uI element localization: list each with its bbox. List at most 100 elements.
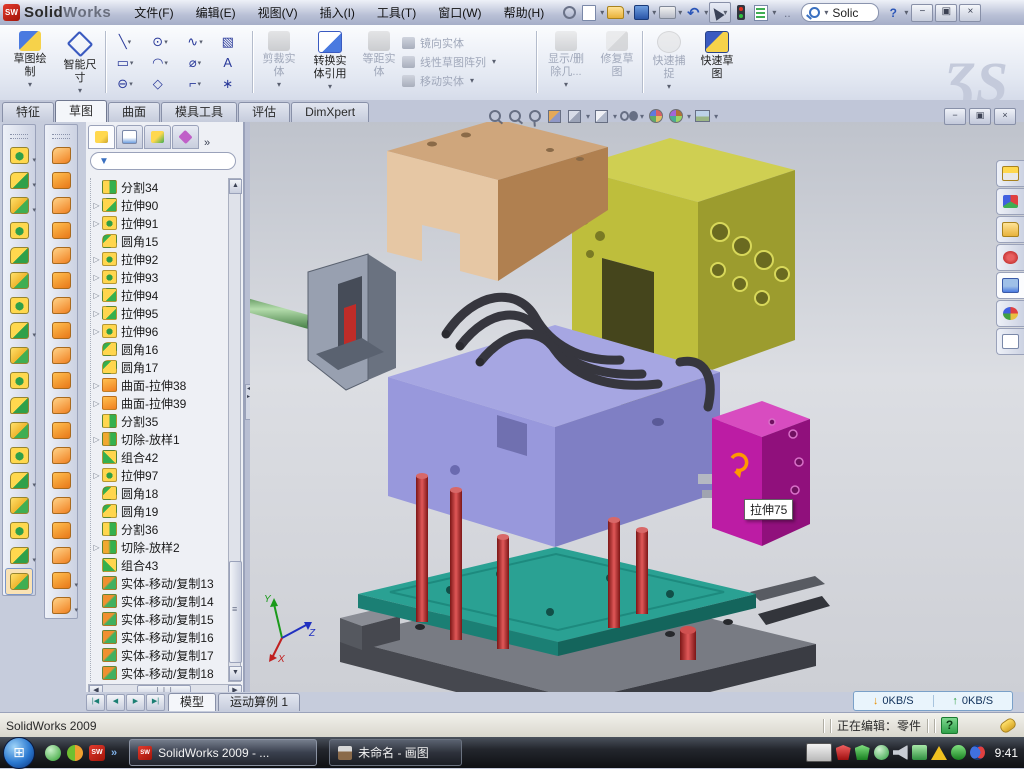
fillet-icon[interactable]: ▾ [3, 193, 35, 218]
text-icon[interactable]: A▾ [213, 52, 248, 73]
messenger-icon[interactable] [45, 745, 61, 761]
point-icon[interactable]: ∗▾ [213, 73, 248, 94]
custom-properties-tab[interactable] [996, 328, 1024, 355]
undo-button[interactable]: ↶ [684, 4, 702, 21]
ribbon-tab[interactable]: 草图 [55, 100, 107, 122]
tree-item[interactable]: ▷ 实体-移动/复制15 [91, 610, 229, 628]
solidworks-quicklaunch-icon[interactable]: SW [89, 745, 105, 761]
lofted-boss-icon[interactable]: ▾ [3, 218, 35, 243]
rebuild-button[interactable] [732, 4, 750, 21]
line-icon[interactable]: ╲▾ [108, 31, 143, 52]
start-button[interactable]: ⊞ [3, 737, 35, 769]
new-file-button[interactable] [580, 4, 598, 21]
tree-item[interactable]: ▷ 拉伸94 [91, 286, 229, 304]
ribbon-tab[interactable]: 特征 [2, 102, 54, 122]
replace-face-icon[interactable]: ▾ [45, 518, 77, 543]
zoom-fit-icon[interactable] [486, 108, 503, 124]
ribbon-tab[interactable]: 曲面 [108, 102, 160, 122]
ribbon-tab[interactable]: 评估 [238, 102, 290, 122]
design-library-tab[interactable] [996, 188, 1024, 215]
help-caret[interactable]: ▾ [904, 8, 908, 17]
menu-item[interactable]: 帮助(H) [495, 1, 554, 24]
search-input[interactable]: Solic [832, 6, 858, 20]
menu-item[interactable]: 文件(F) [125, 1, 182, 24]
menu-item[interactable]: 窗口(W) [429, 1, 490, 24]
tree-item[interactable]: ▷ 分割35 [91, 412, 229, 430]
rectangle-icon[interactable]: ▭▾ [108, 52, 143, 73]
doc-restore-button[interactable]: ▣ [969, 108, 991, 125]
appearances-tab[interactable] [996, 300, 1024, 327]
taskbar-solidworks-window[interactable]: SW SolidWorks 2009 - ... [129, 739, 317, 766]
doc-minimize-button[interactable]: − [944, 108, 966, 125]
view-orientation-caret[interactable]: ▾ [586, 112, 590, 121]
restore-button[interactable]: ▣ [935, 4, 957, 22]
tree-item[interactable]: ▷ 实体-移动/复制16 [91, 628, 229, 646]
reference-geometry-icon[interactable]: ▾ [3, 468, 35, 493]
tree-item[interactable]: ▷ 拉伸91 [91, 214, 229, 232]
ribbon-tab[interactable]: 模具工具 [161, 102, 237, 122]
tree-item[interactable]: ▷ 实体-移动/复制13 [91, 574, 229, 592]
doc-close-button[interactable]: × [994, 108, 1016, 125]
filled-surface-icon[interactable]: ▾ [45, 268, 77, 293]
section-view-icon[interactable] [546, 108, 563, 124]
hide-show-items-icon[interactable] [620, 108, 637, 124]
slot-icon[interactable]: ⊖▾ [108, 73, 143, 94]
search-caret[interactable]: ▾ [824, 8, 828, 17]
model-assembly[interactable] [250, 122, 1024, 692]
menu-item[interactable]: 工具(T) [368, 1, 425, 24]
antivirus-tray-icon[interactable] [836, 745, 851, 760]
tab-nav-button[interactable]: ▶| [146, 694, 165, 711]
new-file-caret[interactable]: ▾ [600, 8, 604, 17]
propertymanager-tab[interactable] [116, 125, 143, 149]
pin-icon[interactable] [560, 4, 578, 21]
options-caret[interactable]: ▾ [772, 8, 776, 17]
hide-show-caret[interactable]: ▾ [640, 112, 644, 121]
expand-arrow-icon[interactable]: ▷ [91, 255, 102, 264]
expand-arrow-icon[interactable]: ▷ [91, 327, 102, 336]
lofted-surface-icon[interactable]: ▾ [45, 218, 77, 243]
close-button[interactable]: × [959, 4, 981, 22]
tree-item[interactable]: ▷ 曲面-拉伸38 [91, 376, 229, 394]
security-tray-icon[interactable] [855, 745, 870, 760]
thicken-icon[interactable]: ▾ [45, 393, 77, 418]
help-button[interactable]: ? [884, 4, 902, 21]
knit-surface-icon[interactable]: ▾ [45, 368, 77, 393]
tree-item[interactable]: ▷ 拉伸90 [91, 196, 229, 214]
tree-item[interactable]: ▷ 实体-移动/复制18 [91, 664, 229, 682]
sketch-fillet-icon[interactable]: ⌐▾ [178, 73, 213, 94]
select-tool-button[interactable]: ▾ [709, 2, 731, 23]
zoom-in-out-icon[interactable] [526, 108, 543, 124]
boundary-surface-icon[interactable]: ▾ [45, 243, 77, 268]
spline-icon[interactable]: ▾ [3, 543, 35, 568]
tab-nav-button[interactable]: ◀ [106, 694, 125, 711]
expand-arrow-icon[interactable]: ▷ [91, 273, 102, 282]
configurationmanager-tab[interactable] [144, 125, 171, 149]
delete-face-icon[interactable]: ▾ [45, 493, 77, 518]
usb-tray-icon[interactable] [912, 745, 927, 760]
tree-item[interactable]: ▷ 曲面-拉伸39 [91, 394, 229, 412]
sketch-icon[interactable]: ▾ [3, 493, 35, 518]
display-style-icon[interactable] [593, 108, 610, 124]
tree-item[interactable]: ▷ 圆角17 [91, 358, 229, 376]
rapid-sketch-button[interactable]: 快速草 图 [694, 29, 740, 95]
zoom-area-icon[interactable] [506, 108, 523, 124]
tree-item[interactable]: ▷ 切除-放样1 [91, 430, 229, 448]
toolbar-grip[interactable] [10, 134, 28, 139]
save-button[interactable] [632, 4, 650, 21]
scene-caret[interactable]: ▾ [687, 112, 691, 121]
untrim-surface-icon[interactable]: ▾ [45, 543, 77, 568]
camera-icon[interactable] [694, 108, 711, 124]
print-caret[interactable]: ▾ [678, 8, 682, 17]
split-icon[interactable]: ▾ [3, 368, 35, 393]
tree-item[interactable]: ▷ 圆角15 [91, 232, 229, 250]
polygon-icon[interactable]: ◇▾ [143, 73, 178, 94]
tree-item[interactable]: ▷ 组合42 [91, 448, 229, 466]
tree-item[interactable]: ▷ 拉伸95 [91, 304, 229, 322]
scroll-thumb[interactable] [229, 561, 242, 663]
instant3d-icon[interactable]: ▾ [5, 568, 33, 595]
select-region-icon[interactable]: ▧▾ [213, 31, 248, 52]
tree-vertical-scrollbar[interactable]: ▲ ▼ [228, 178, 241, 682]
camera-caret[interactable]: ▾ [714, 112, 718, 121]
display-style-caret[interactable]: ▾ [613, 112, 617, 121]
tree-item[interactable]: ▷ 分割34 [91, 178, 229, 196]
